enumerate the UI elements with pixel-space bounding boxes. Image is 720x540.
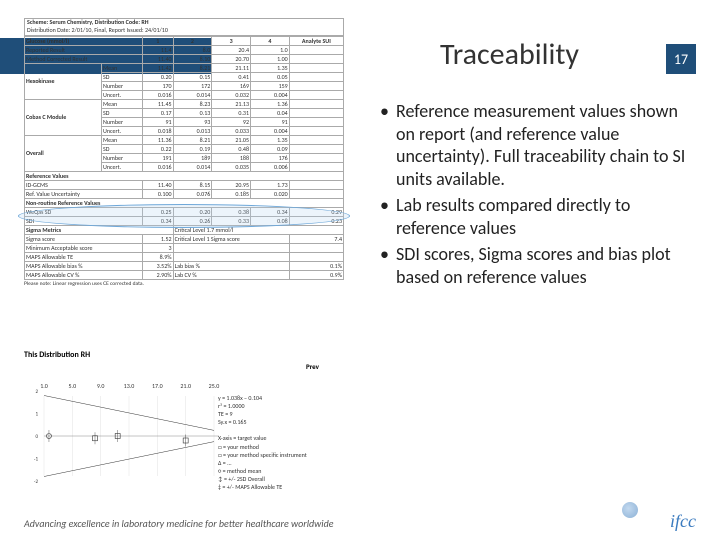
chart-title: This Distribution RH: [24, 350, 90, 360]
report-table: Glucose (mmol/l) 1 2 3 4 Analyte SUI Rep…: [24, 36, 344, 280]
svg-text:13.0: 13.0: [124, 382, 135, 390]
svg-text:-2: -2: [34, 479, 39, 485]
globe-icon: [622, 502, 638, 518]
report-snapshot: Scheme: Serum Chemistry, Distribution Co…: [24, 18, 344, 287]
ifcc-logo: ifcc: [670, 511, 696, 532]
chart-legend: y = 1.038x − 0.104r² = 1.0000TE = 9Sy.x …: [218, 394, 307, 491]
svg-text:2: 2: [35, 389, 38, 395]
chart-right-label: Prev: [306, 362, 319, 371]
analyte-header: Glucose (mmol/l): [25, 36, 143, 45]
svg-text:-1: -1: [34, 457, 39, 463]
svg-text:0: 0: [35, 434, 38, 440]
report-note: Please note: Linear regression uses CE c…: [24, 281, 344, 287]
svg-text:25.0: 25.0: [209, 382, 220, 390]
bullet-list: Reference measurement values shown on re…: [380, 100, 690, 292]
svg-text:1: 1: [35, 412, 38, 418]
dist-line: Distribution Date: 2/01/10, Final, Repor…: [27, 27, 341, 35]
bullet-item: Reference measurement values shown on re…: [380, 100, 690, 190]
bullet-item: Lab results compared directly to referen…: [380, 194, 690, 239]
page-number: 17: [666, 44, 696, 74]
footer-text: Advancing excellence in laboratory medic…: [24, 517, 334, 530]
svg-text:17.0: 17.0: [152, 382, 163, 390]
svg-text:9.0: 9.0: [97, 382, 105, 390]
svg-text:5.0: 5.0: [69, 382, 77, 390]
svg-text:1.0: 1.0: [40, 382, 48, 390]
svg-text:21.0: 21.0: [180, 382, 191, 390]
slide-title: Traceability: [440, 36, 579, 73]
bullet-item: SDI scores, Sigma scores and bias plot b…: [380, 243, 690, 288]
